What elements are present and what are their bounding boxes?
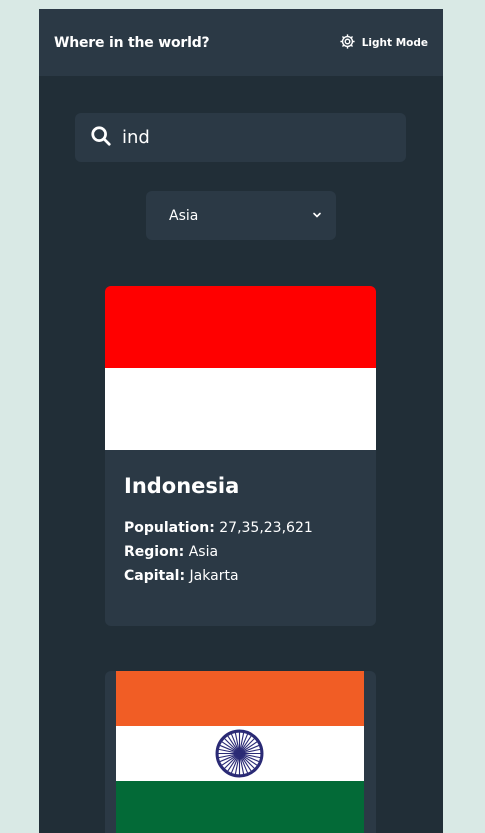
region-filter-select[interactable]: Asia — [146, 191, 336, 240]
country-name: Indonesia — [124, 474, 240, 498]
country-card-india[interactable] — [105, 671, 376, 833]
search-input[interactable] — [122, 127, 382, 148]
header: Where in the world? Light Mode — [39, 9, 443, 76]
app-container: Where in the world? Light Mode Asia — [39, 9, 443, 833]
search-box[interactable] — [75, 113, 406, 162]
chevron-down-icon — [312, 208, 322, 224]
country-population: Population: 27,35,23,621 — [124, 520, 313, 536]
theme-toggle-label: Light Mode — [361, 36, 428, 49]
country-card-indonesia[interactable]: Indonesia Population: 27,35,23,621 Regio… — [105, 286, 376, 626]
gear-icon — [339, 33, 356, 53]
search-icon — [90, 125, 112, 151]
country-region: Region: Asia — [124, 544, 219, 560]
ashoka-chakra-icon — [215, 729, 264, 778]
country-capital: Capital: Jakarta — [124, 568, 239, 584]
flag-image-india — [116, 671, 364, 833]
region-filter-value: Asia — [169, 207, 199, 224]
app-title: Where in the world? — [54, 34, 210, 51]
theme-toggle-button[interactable]: Light Mode — [339, 33, 428, 53]
flag-image-indonesia — [105, 286, 376, 450]
